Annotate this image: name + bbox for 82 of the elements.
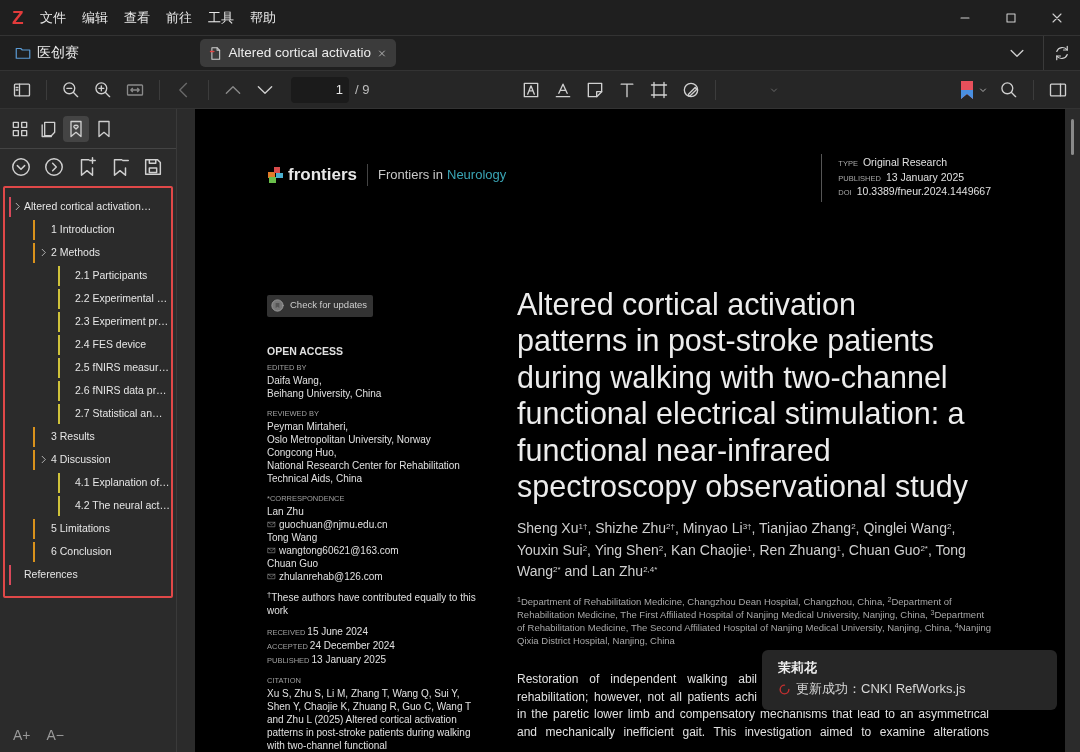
body-text: Restoration of independent walking abil — [517, 671, 757, 689]
affiliations-text: $^{1}$Department of Rehabilitation Medicine, Changzhou Dean Hospital, Changzhou, China, $^{2}$Department of Rehabilitation Medicine, The First Affiliated Hospital of Nanjing Medical University, Nanjing, China, $^{3}$Department of Rehabilitation Medicine, The Second Affiliated Hospital of Nanjing Medical University, Nanjing, China, $^{4}$Nanjing Qixia District Hospital, Nanjing, China — [517, 595, 992, 648]
menu-item[interactable]: 编辑 — [81, 7, 108, 28]
journal-name: Neurology — [447, 166, 507, 184]
open-access-label: OPEN ACCESS — [267, 343, 345, 358]
outline-item[interactable]: 2.2 Experimental … — [5, 287, 171, 310]
save-icon[interactable] — [142, 156, 164, 178]
outline-item[interactable]: 3 Results — [5, 425, 171, 448]
date-value: 13 January 2025 — [311, 652, 387, 666]
search-icon[interactable] — [999, 79, 1019, 100]
menu-item[interactable]: 帮助 — [249, 7, 276, 28]
body-text: in the paretic lower limb and compensatory mechanisms that lead to an asymmetrical — [517, 706, 989, 724]
article-title: Altered cortical activation patterns in post-stroke patients during walking with two-channel functional electrical stimulation: a functional near-infrared spectroscopy observational study — [517, 285, 969, 506]
outline-item[interactable]: 1 Introduction — [5, 218, 171, 241]
info-text: Peyman Mirtaheri, — [267, 419, 350, 433]
menu-item[interactable]: 文件 — [39, 7, 66, 28]
meta-value: 13 January 2025 — [885, 170, 965, 183]
info-text: Lan Zhu — [267, 504, 305, 518]
tab[interactable]: Altered cortical activatio — [200, 39, 396, 67]
area-select-icon[interactable] — [649, 79, 669, 100]
outline-item[interactable]: 2.3 Experiment pr… — [5, 310, 171, 333]
outline-item[interactable]: 2.5 fNIRS measur… — [5, 356, 171, 379]
brand-name: frontiers — [288, 164, 357, 186]
email-address: guochuan@njmu.edu.cn — [279, 517, 388, 531]
toast-title: 茉莉花 — [778, 660, 818, 676]
tab[interactable]: 医创赛 — [6, 39, 200, 67]
info-text: Beihang University, China — [267, 386, 383, 400]
date-value: 24 December 2024 — [309, 638, 395, 652]
info-text: Daifa Wang, — [267, 373, 323, 387]
envelope-icon — [267, 571, 276, 581]
journal-prefix: Frontiers in — [377, 166, 443, 184]
zoom-out-icon[interactable] — [61, 79, 81, 100]
spinner-icon — [778, 682, 791, 696]
info-text: Congcong Huo, — [267, 445, 338, 459]
info-text: National Research Center for Rehabilitation — [267, 458, 461, 472]
circle-chevron-icon[interactable] — [43, 156, 65, 178]
meta-value: Original Research — [862, 156, 947, 169]
expand-all-icon[interactable] — [10, 156, 32, 178]
outline-item[interactable]: 4 Discussion — [5, 448, 171, 471]
email-address: wangtong60621@163.com — [279, 543, 399, 557]
font-size-button[interactable]: A− — [45, 724, 66, 746]
outline-item[interactable]: 6 Conclusion — [5, 540, 171, 563]
font-size-button[interactable]: A+ — [12, 724, 32, 746]
logo-icon — [267, 165, 285, 184]
outline-item[interactable]: 5 Limitations — [5, 517, 171, 540]
email-address: zhulanrehab@126.com — [279, 569, 383, 583]
menu-item[interactable]: 工具 — [207, 7, 234, 28]
bookmark-icon — [960, 79, 974, 100]
bookmark-color-button[interactable] — [960, 79, 989, 100]
sync-icon[interactable] — [1053, 44, 1071, 62]
zoom-in-icon[interactable] — [93, 79, 113, 100]
scrollbar-thumb[interactable] — [1071, 119, 1074, 155]
info-text: Oslo Metropolitan University, Norway — [267, 432, 432, 446]
meta-value: 10.3389/fneur.2024.1449667 — [856, 185, 991, 198]
app-logo: Z — [12, 8, 24, 27]
outline-item[interactable]: 2 Methods — [5, 241, 171, 264]
outline-item[interactable]: 2.4 FES device — [5, 333, 171, 356]
citation-text: Xu S, Zhu S, Li M, Zhang T, Wang Q, Sui Y, Shen Y, Chaojie K, Zhuang R, Guo C, Wang T and Zhu L (2025) Altered cortical activation patterns in post-stroke patients during walking with two-channel functional — [267, 686, 472, 752]
outline-item[interactable]: 2.7 Statistical an… — [5, 402, 171, 425]
menu-item[interactable]: 查看 — [123, 7, 150, 28]
author-list: Sheng Xu$^{1†}$, Shizhe Zhu$^{2†}$, Minyao Li$^{3†}$, Tianjiao Zhang$^{2}$, Qinglei Wang$^{2}$, Youxin Sui$^{2}$, Ying Shen$^{2}$, Kan Chaojie$^{1}$, Ren Zhuang$^{1}$, Chuan Guo$^{2*}$, Tong Wang$^{2*}$ and Lan Zhu$^{2,4*}$ — [517, 518, 993, 584]
outline-item[interactable]: 2.6 fNIRS data pr… — [5, 379, 171, 402]
body-text: rehabilitation; however, not all patients achi — [517, 688, 757, 706]
outline-item[interactable]: 4.1 Explanation of… — [5, 471, 171, 494]
footnote-text: $^{†}$These authors have contributed equally to this work — [267, 590, 477, 617]
outline-item[interactable]: 4.2 The neural act… — [5, 494, 171, 517]
outline-item[interactable]: References — [5, 563, 171, 586]
outline-item[interactable]: Altered cortical activation… — [5, 195, 171, 218]
info-text: Tong Wang — [267, 530, 319, 544]
date-value: 15 June 2024 — [307, 624, 368, 638]
body-text: and mechanically inefficient gait. This investigation aimed to examine alterations — [517, 723, 989, 741]
outline-item[interactable]: 2.1 Participants — [5, 264, 171, 287]
envelope-icon — [267, 545, 276, 555]
toast-message: 更新成功：CNKI RefWorks.js — [796, 681, 966, 697]
page-input[interactable]: 1 — [291, 76, 349, 103]
info-text: Chuan Guo — [267, 556, 320, 570]
sidebar-tab[interactable] — [63, 115, 89, 142]
page-total: / 9 — [355, 80, 370, 99]
envelope-icon — [267, 519, 276, 529]
info-text: Technical Aids, China — [267, 471, 364, 485]
menu-item[interactable]: 前往 — [165, 7, 192, 28]
check-updates-button[interactable]: Check for updates — [267, 294, 374, 317]
